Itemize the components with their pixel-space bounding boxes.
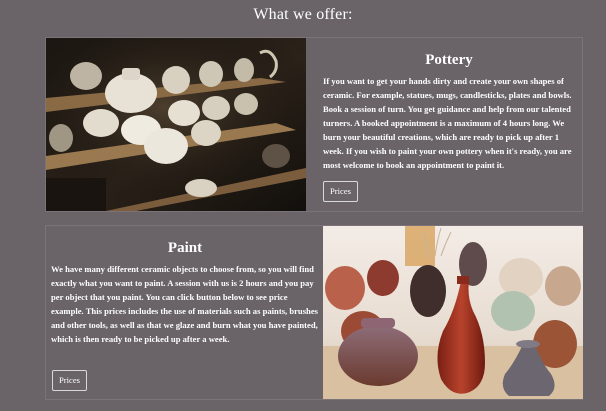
pottery-photo — [46, 38, 306, 211]
paint-text-column: Paint We have many different ceramic obj… — [51, 226, 319, 391]
paint-description: We have many different ceramic objects t… — [51, 264, 318, 344]
pottery-prices-button[interactable]: Prices — [323, 181, 359, 202]
offer-section-title: What we offer: — [253, 6, 353, 23]
pottery-text-column: Pottery If you want to get your hands di… — [323, 38, 575, 202]
pottery-card: Pottery If you want to get your hands di… — [45, 37, 583, 212]
pottery-description: If you want to get your hands dirty and … — [323, 76, 572, 170]
pottery-title: Pottery — [425, 52, 473, 68]
paint-title: Paint — [167, 240, 203, 256]
paint-card: Paint We have many different ceramic obj… — [45, 225, 583, 400]
paint-photo — [323, 226, 583, 399]
paint-prices-button[interactable]: Prices — [52, 370, 88, 391]
